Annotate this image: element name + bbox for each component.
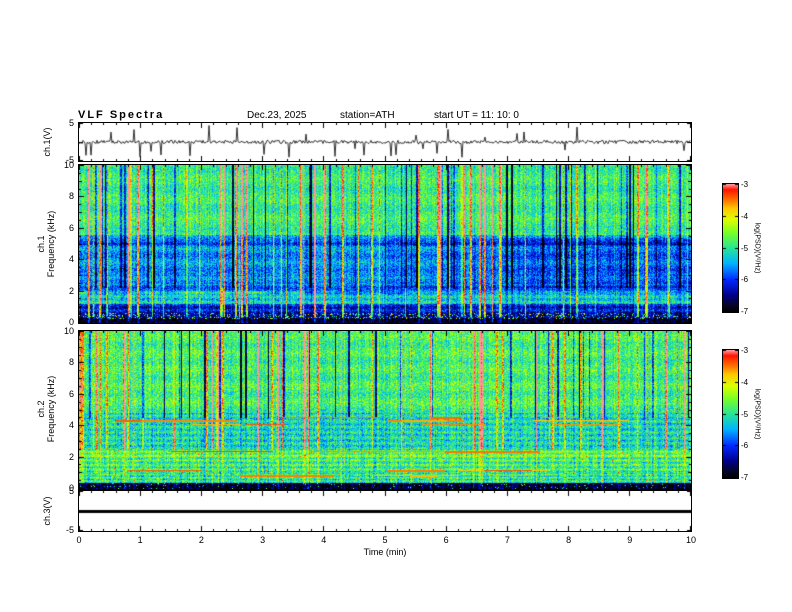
freq-tick-label: 2 — [68, 451, 74, 462]
colorbar-ch1 — [722, 183, 739, 313]
freq-tick-label: 6 — [68, 388, 74, 399]
ch3-voltage-axis-label: ch.3(V) — [42, 496, 52, 526]
colorbar-tick-label: -4 — [741, 377, 749, 387]
x-tick-label: 6 — [443, 535, 449, 545]
colorbar-tick-label: -7 — [741, 473, 749, 482]
x-tick-label: 5 — [382, 535, 388, 545]
waveform-ch3-canvas — [79, 491, 691, 531]
colorbar-tick-label: -5 — [741, 243, 749, 253]
ch2-channel-label: ch.2 — [36, 400, 46, 418]
time-axis-label: Time (min) — [363, 547, 407, 557]
spectrogram-ch2-canvas — [79, 331, 691, 489]
waveform-panel-ch1 — [78, 122, 692, 162]
ch1-channel-label: ch.1 — [36, 235, 46, 253]
colorbar-tick-label: -3 — [741, 180, 749, 189]
colorbar-tick-label: -3 — [741, 346, 749, 355]
station-label: station=ATH — [340, 110, 395, 121]
spectrogram-panel-ch2 — [78, 330, 692, 490]
colorbar-ch2-canvas — [723, 350, 738, 478]
colorbar-tick-label: -4 — [741, 211, 749, 221]
colorbar-ch2 — [722, 349, 739, 479]
x-tick-label: 4 — [321, 535, 327, 545]
colorbar-tick-label: -7 — [741, 307, 749, 316]
colorbar-tick-label: -6 — [741, 275, 749, 285]
x-tick-label: 8 — [566, 535, 572, 545]
freq-tick-label: 8 — [68, 357, 74, 368]
colorbar-ch1-canvas — [723, 184, 738, 312]
x-tick-label: 3 — [260, 535, 266, 545]
x-tick-label: 10 — [685, 535, 697, 545]
colorbar-ch1-units-label: log(PSD)(V²/Hz) — [753, 222, 761, 274]
spectrogram-panel-ch1 — [78, 164, 692, 324]
start-ut-label: start UT = 11: 10: 0 — [434, 110, 519, 121]
vlf-spectra-figure: VLF Spectra Dec.23, 2025 station=ATH sta… — [0, 0, 792, 612]
freq-tick-label: 10 — [63, 326, 74, 336]
plot-title: VLF Spectra — [78, 109, 165, 121]
x-tick-label: 2 — [198, 535, 204, 545]
volt-tick-label: -5 — [65, 155, 74, 165]
x-tick-label: 1 — [137, 535, 143, 545]
spectrogram-ch1-canvas — [79, 165, 691, 323]
ch1-voltage-axis-label: ch.1(V) — [42, 127, 52, 157]
freq-tick-label: 6 — [68, 222, 74, 233]
ch1-frequency-units-label: Frequency (kHz) — [46, 210, 56, 278]
ch2-frequency-axis-label: ch.2 Frequency (kHz) — [36, 376, 56, 443]
ch2-frequency-units-label: Frequency (kHz) — [46, 375, 56, 443]
colorbar-ch2-units-label: log(PSD)(V²/Hz) — [753, 388, 761, 440]
waveform-ch1-canvas — [79, 123, 691, 161]
volt-tick-label: -5 — [65, 525, 74, 535]
freq-tick-label: 4 — [68, 254, 74, 265]
ch1-frequency-axis-label: ch.1 Frequency (kHz) — [36, 211, 56, 278]
volt-tick-label: 5 — [68, 118, 74, 128]
x-tick-label: 7 — [504, 535, 510, 545]
volt-tick-label: 5 — [68, 486, 74, 496]
waveform-panel-ch3 — [78, 490, 692, 532]
freq-tick-label: 4 — [68, 420, 74, 431]
colorbar-tick-label: -5 — [741, 409, 749, 419]
x-tick-label: 0 — [76, 535, 82, 545]
colorbar-tick-label: -6 — [741, 441, 749, 451]
date-label: Dec.23, 2025 — [247, 110, 307, 121]
freq-tick-label: 8 — [68, 191, 74, 202]
x-tick-label: 9 — [627, 535, 633, 545]
freq-tick-label: 2 — [68, 285, 74, 296]
